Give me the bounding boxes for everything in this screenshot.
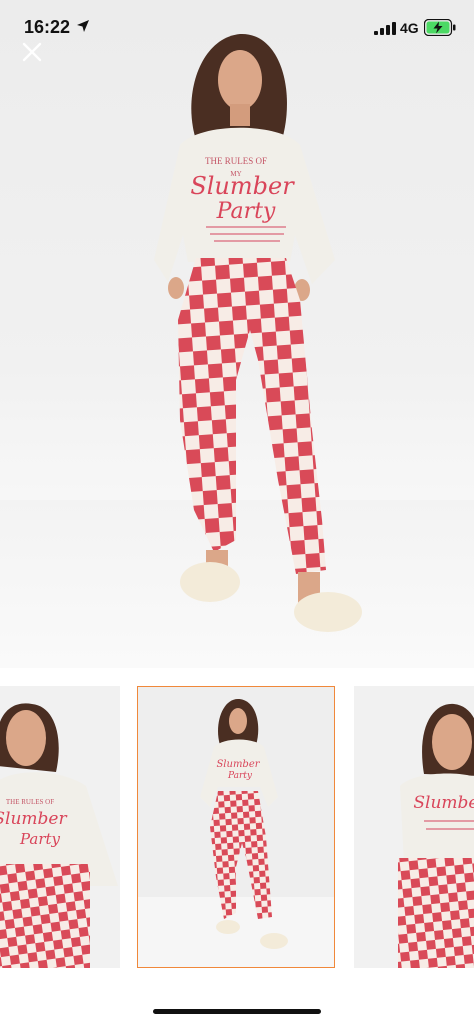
svg-text:Slumber: Slumber <box>413 793 474 813</box>
svg-text:Slumber: Slumber <box>216 759 260 770</box>
print-line-3: Slumber <box>190 172 295 200</box>
print-line-1: THE RULES OF <box>205 156 267 166</box>
thumbnail-close-up-alt[interactable]: Slumber <box>354 686 474 968</box>
model-illustration: THE RULES OF MY Slumber Party <box>154 33 362 632</box>
thumbnail-image: Slumber <box>354 686 474 968</box>
location-arrow-icon <box>77 20 89 32</box>
main-product-photo[interactable]: THE RULES OF MY Slumber Party <box>0 0 474 668</box>
network-type: 4G <box>400 20 419 36</box>
status-bar: 16:22 4G <box>0 0 474 54</box>
svg-text:Party: Party <box>19 830 61 848</box>
clock: 16:22 <box>24 17 71 37</box>
svg-text:THE RULES OF: THE RULES OF <box>6 798 54 806</box>
thumbnail-image: THE RULES OF Slumber Party <box>0 686 120 968</box>
print-line-4: Party <box>216 199 276 224</box>
close-icon[interactable] <box>18 38 46 66</box>
thumbnail-full-body-selected[interactable]: Slumber Party <box>137 686 335 968</box>
svg-text:Party: Party <box>227 771 253 781</box>
thumbnail-strip: THE RULES OF Slumber Party Slumber Party <box>0 686 474 970</box>
thumbnail-close-up[interactable]: THE RULES OF Slumber Party <box>0 686 120 968</box>
thumbnail-image: Slumber Party <box>138 687 334 967</box>
battery-charging-icon <box>424 19 456 36</box>
home-indicator[interactable] <box>153 1009 321 1014</box>
signal-bars-icon <box>374 22 396 35</box>
svg-text:Slumber: Slumber <box>0 809 67 829</box>
